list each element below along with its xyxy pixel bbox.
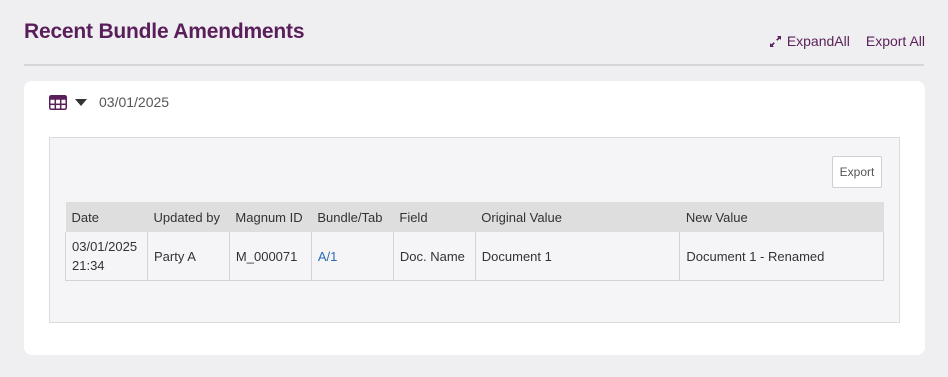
table-row: 03/01/2025 21:34 Party A M_000071 A/1 Do… [65,232,884,281]
header-actions: ExpandAll Export All [769,33,925,49]
export-all-button[interactable]: Export All [866,33,925,49]
column-header-magnum-id[interactable]: Magnum ID [229,202,312,232]
export-all-label: Export All [865,33,925,49]
cell-field: Doc. Name [392,232,476,281]
snapshot-selector[interactable]: 03/01/2025 [49,94,169,110]
expand-arrows-icon [769,35,782,48]
export-button[interactable]: Export [832,156,882,188]
column-header-original-value[interactable]: Original Value [475,202,680,232]
cell-new-value: Document 1 - Renamed [679,232,884,281]
amendments-card: 03/01/2025 Export Date Updated by Magnum… [24,81,925,355]
caret-down-icon[interactable] [75,98,87,106]
amendments-panel: Export Date Updated by Magnum ID Bundle/… [49,137,900,323]
column-header-bundle-tab[interactable]: Bundle/Tab [311,202,394,232]
column-header-date[interactable]: Date [65,202,148,232]
column-header-field[interactable]: Field [393,202,476,232]
cell-magnum-id: M_000071 [228,232,312,281]
cell-updated-by: Party A [146,232,230,281]
page-title: Recent Bundle Amendments [24,20,305,43]
cell-date: 03/01/2025 21:34 [65,232,148,281]
bundle-tab-link[interactable]: A/1 [318,249,338,264]
snapshot-date: 03/01/2025 [99,94,170,110]
cell-original-value: Document 1 [474,232,680,281]
expand-all-label: ExpandAll [786,33,850,49]
cell-bundle-tab: A/1 [310,232,394,281]
grid-table-icon[interactable] [49,94,67,110]
expand-all-button[interactable]: ExpandAll [769,33,850,49]
column-header-updated-by[interactable]: Updated by [147,202,230,232]
cell-date-day: 03/01/2025 [72,239,138,254]
header-divider [24,64,924,66]
table-header-row: Date Updated by Magnum ID Bundle/Tab Fie… [65,202,884,232]
cell-date-time: 21:34 [72,258,105,273]
column-header-new-value[interactable]: New Value [679,202,884,232]
amendments-table: Date Updated by Magnum ID Bundle/Tab Fie… [65,202,884,281]
